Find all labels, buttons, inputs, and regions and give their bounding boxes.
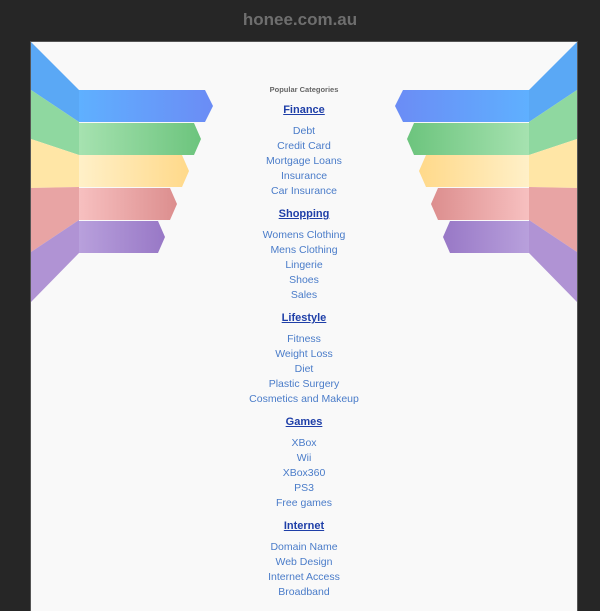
category-heading-finance[interactable]: Finance (204, 102, 404, 118)
category-link[interactable]: Web Design (204, 555, 404, 570)
category-link[interactable]: Wii (204, 451, 404, 466)
category-heading-internet[interactable]: Internet (204, 518, 404, 534)
category-link[interactable]: Internet Access (204, 570, 404, 585)
category-shopping: Shopping Womens Clothing Mens Clothing L… (204, 206, 404, 303)
category-link[interactable]: Domain Name (204, 540, 404, 555)
category-link[interactable]: Lingerie (204, 258, 404, 273)
category-finance: Finance Debt Credit Card Mortgage Loans … (204, 102, 404, 199)
category-link[interactable]: Sales (204, 288, 404, 303)
right-ribbon-decoration (395, 42, 577, 302)
category-link[interactable]: Car Insurance (204, 184, 404, 199)
category-link[interactable]: Cosmetics and Makeup (204, 392, 404, 407)
category-link[interactable]: PS3 (204, 481, 404, 496)
category-link[interactable]: Diet (204, 362, 404, 377)
category-link[interactable]: Plastic Surgery (204, 377, 404, 392)
category-heading-games[interactable]: Games (204, 414, 404, 430)
category-link[interactable]: Debt (204, 124, 404, 139)
category-link[interactable]: Fitness (204, 332, 404, 347)
category-link[interactable]: XBox (204, 436, 404, 451)
category-link[interactable]: Broadband (204, 585, 404, 600)
category-internet: Internet Domain Name Web Design Internet… (204, 518, 404, 600)
category-link[interactable]: XBox360 (204, 466, 404, 481)
category-link[interactable]: Mortgage Loans (204, 154, 404, 169)
category-link[interactable]: Insurance (204, 169, 404, 184)
category-link[interactable]: Weight Loss (204, 347, 404, 362)
category-games: Games XBox Wii XBox360 PS3 Free games (204, 414, 404, 511)
content-panel: Popular Categories Finance Debt Credit C… (30, 41, 578, 611)
category-heading-shopping[interactable]: Shopping (204, 206, 404, 222)
category-lifestyle: Lifestyle Fitness Weight Loss Diet Plast… (204, 310, 404, 407)
popular-categories-title: Popular Categories (269, 85, 339, 94)
category-link[interactable]: Credit Card (204, 139, 404, 154)
category-heading-lifestyle[interactable]: Lifestyle (204, 310, 404, 326)
category-link[interactable]: Mens Clothing (204, 243, 404, 258)
popular-categories: Popular Categories Finance Debt Credit C… (204, 85, 404, 607)
category-link[interactable]: Shoes (204, 273, 404, 288)
category-link[interactable]: Womens Clothing (204, 228, 404, 243)
category-link[interactable]: Free games (204, 496, 404, 511)
site-title: honee.com.au (242, 10, 358, 29)
left-ribbon-decoration (31, 42, 213, 302)
